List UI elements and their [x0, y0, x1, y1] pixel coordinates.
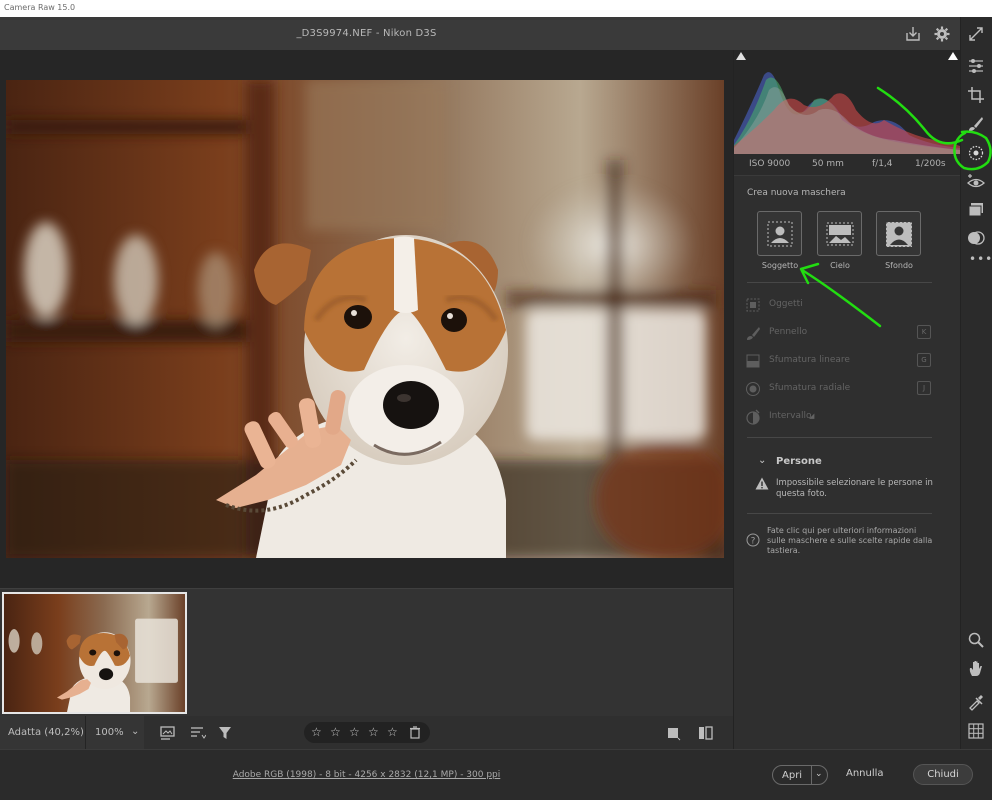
help-icon[interactable]: ?	[746, 533, 760, 547]
linear-gradient-label: Sfumatura lineare	[769, 355, 850, 365]
zoom-fit-label: Adatta (40,2%)	[8, 727, 84, 738]
fullscreen-icon[interactable]	[967, 25, 985, 43]
star-icon[interactable]: ☆	[368, 725, 379, 739]
warning-icon	[755, 477, 769, 490]
workflow-options-link[interactable]: Adobe RGB (1998) - 8 bit - 4256 x 2832 (…	[0, 770, 733, 780]
cancel-button[interactable]: Annulla	[846, 768, 884, 779]
footer-bar: Adobe RGB (1998) - 8 bit - 4256 x 2832 (…	[0, 749, 992, 800]
radial-gradient-shortcut: J	[917, 381, 931, 395]
objects-tool[interactable]: Oggetti	[745, 297, 935, 315]
divider	[747, 513, 932, 514]
star-rating: ☆ ☆ ☆ ☆ ☆	[304, 722, 430, 743]
grid-icon[interactable]	[967, 722, 985, 740]
shutter-value: 1/200s	[915, 159, 946, 169]
gear-icon[interactable]	[933, 25, 951, 43]
zoom-icon[interactable]	[967, 631, 985, 649]
crop-icon[interactable]	[967, 86, 985, 104]
filmstrip-view-icon[interactable]	[160, 725, 176, 741]
linear-gradient-icon	[746, 354, 760, 368]
star-icon[interactable]: ☆	[311, 725, 322, 739]
select-sky-button[interactable]	[817, 211, 862, 256]
shadow-clipping-icon[interactable]	[736, 52, 746, 60]
new-mask-title: Crea nuova maschera	[747, 188, 846, 198]
background-icon	[885, 221, 913, 248]
window-title: Camera Raw 15.0	[4, 3, 76, 12]
file-title: _D3S9974.NEF - Nikon D3S	[296, 28, 437, 39]
divider	[747, 282, 932, 283]
iso-value: ISO 9000	[749, 159, 791, 169]
focal-length-value: 50 mm	[812, 159, 844, 169]
people-section-title[interactable]: Persone	[776, 456, 822, 467]
filmstrip-thumbnail[interactable]	[2, 592, 187, 714]
help-link[interactable]: Fate clic qui per ulteriori informazioni…	[767, 526, 937, 556]
select-subject-label: Soggetto	[761, 261, 799, 270]
before-after-icon[interactable]	[666, 725, 682, 741]
divider	[747, 437, 932, 438]
select-subject-button[interactable]	[757, 211, 802, 256]
highlight-clipping-icon[interactable]	[948, 52, 958, 60]
more-icon[interactable]: •••	[969, 252, 993, 266]
edit-sliders-icon[interactable]	[967, 57, 985, 75]
range-label: Intervallo	[769, 411, 812, 421]
range-tool[interactable]: Intervallo ◢	[745, 409, 935, 427]
select-sky-label: Cielo	[830, 261, 850, 270]
radial-gradient-tool[interactable]: Sfumatura radiale J	[745, 381, 935, 399]
range-dropdown-icon[interactable]: ◢	[809, 412, 814, 420]
linear-gradient-shortcut: G	[917, 353, 931, 367]
save-image-icon[interactable]	[904, 25, 922, 43]
objects-label: Oggetti	[769, 299, 803, 309]
masking-icon[interactable]	[967, 144, 985, 162]
eyedropper-icon[interactable]	[967, 693, 985, 711]
histogram	[734, 50, 960, 154]
star-icon[interactable]: ☆	[330, 725, 341, 739]
open-button-label: Apri	[782, 770, 803, 781]
radial-gradient-label: Sfumatura radiale	[769, 383, 851, 393]
aperture-value: f/1,4	[872, 159, 893, 169]
brush-tool[interactable]: Pennello K	[745, 325, 935, 343]
window-titlebar: Camera Raw 15.0	[0, 0, 1000, 17]
chevron-down-icon[interactable]: ⌄	[758, 455, 766, 466]
window-edge	[992, 17, 1000, 800]
hand-icon[interactable]	[967, 659, 985, 677]
zoom-level-select[interactable]: 100% ⌄	[86, 716, 144, 749]
star-icon[interactable]: ☆	[387, 725, 398, 739]
healing-brush-icon[interactable]	[967, 115, 985, 133]
brush-icon	[747, 327, 760, 340]
zoom-level-value: 100%	[95, 727, 124, 738]
radial-gradient-icon	[746, 382, 760, 396]
brush-label: Pennello	[769, 327, 808, 337]
filter-icon[interactable]	[218, 725, 234, 741]
chevron-down-icon: ⌄	[131, 726, 140, 737]
camera-raw-window: Camera Raw 15.0 _D3S9974.NEF - Nikon D3S	[0, 0, 1000, 800]
exif-bar: ISO 9000 50 mm f/1,4 1/200s	[734, 154, 960, 176]
close-button-label: Chiudi	[927, 769, 959, 780]
select-background-label: Sfondo	[885, 261, 913, 270]
select-background-button[interactable]	[876, 211, 921, 256]
open-button[interactable]: Apri ⌄	[772, 765, 828, 785]
close-button[interactable]: Chiudi	[913, 764, 973, 785]
sky-icon	[826, 222, 854, 246]
presets-icon[interactable]	[967, 229, 985, 247]
zoom-fit-button[interactable]: Adatta (40,2%)	[0, 716, 86, 749]
sort-icon[interactable]	[190, 725, 206, 741]
open-button-divider	[811, 766, 812, 784]
brush-shortcut: K	[917, 325, 931, 339]
subject-icon	[767, 221, 793, 247]
main-photo[interactable]	[6, 80, 724, 558]
red-eye-icon[interactable]	[967, 173, 985, 191]
people-warning: Impossibile selezionare le persone in qu…	[776, 478, 933, 499]
trash-icon[interactable]	[409, 726, 421, 739]
objects-icon	[746, 298, 760, 312]
split-view-icon[interactable]	[698, 725, 714, 741]
chevron-down-icon[interactable]: ⌄	[815, 769, 823, 779]
image-header: _D3S9974.NEF - Nikon D3S	[0, 17, 960, 50]
linear-gradient-tool[interactable]: Sfumatura lineare G	[745, 353, 935, 371]
snapshots-icon[interactable]	[967, 201, 985, 219]
star-icon[interactable]: ☆	[349, 725, 360, 739]
svg-text:?: ?	[751, 537, 756, 547]
range-icon	[746, 409, 760, 425]
